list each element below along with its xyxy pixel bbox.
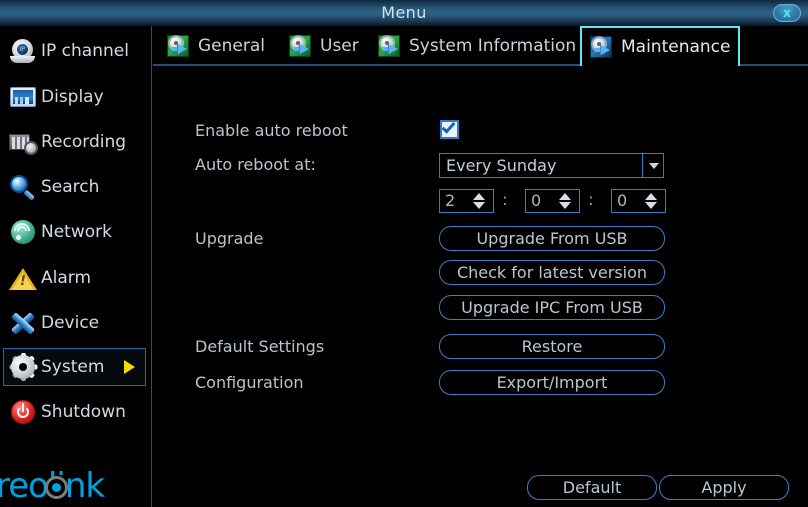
- chevron-right-icon: [124, 360, 135, 374]
- settings-arrow-icon: [378, 35, 400, 57]
- monitor-icon: [8, 82, 38, 112]
- reboot-minute-stepper[interactable]: 0: [525, 189, 580, 213]
- sidebar-item-recording[interactable]: Recording: [4, 123, 146, 161]
- label-enable-auto-reboot: Enable auto reboot: [195, 121, 348, 140]
- reboot-second-stepper[interactable]: 0: [611, 189, 666, 213]
- sidebar-item-ip-channel[interactable]: IP channel: [4, 32, 146, 70]
- sidebar-item-shutdown[interactable]: Shutdown: [4, 393, 146, 431]
- reboot-schedule-value: Every Sunday: [446, 154, 556, 179]
- tab-label: General: [198, 36, 265, 56]
- label-configuration: Configuration: [195, 373, 304, 392]
- wifi-icon: [8, 217, 38, 247]
- tab-bar: General User System Information Maintena…: [153, 26, 808, 65]
- sidebar-item-label: Shutdown: [41, 402, 126, 422]
- reboot-schedule-select[interactable]: Every Sunday: [439, 153, 664, 178]
- sidebar-item-system[interactable]: System: [3, 348, 146, 386]
- recording-icon: [8, 127, 38, 157]
- tab-maintenance[interactable]: Maintenance: [580, 26, 740, 66]
- sidebar-item-display[interactable]: Display: [4, 78, 146, 116]
- check-latest-version-button[interactable]: Check for latest version: [439, 260, 665, 285]
- reboot-hour-stepper[interactable]: 2: [439, 189, 494, 213]
- maintenance-panel: Enable auto reboot Auto reboot at: Every…: [153, 66, 808, 507]
- export-import-button[interactable]: Export/Import: [439, 370, 665, 395]
- sidebar-item-label: Display: [41, 87, 104, 107]
- tab-label: Maintenance: [621, 37, 730, 57]
- sidebar: IP channel Display Recording Search Netw: [0, 26, 152, 507]
- default-button[interactable]: Default: [527, 475, 657, 500]
- checkmark-icon: [442, 119, 456, 133]
- stepper-down-icon[interactable]: [473, 202, 485, 209]
- tab-label: System Information: [409, 36, 576, 56]
- stepper-down-icon[interactable]: [559, 202, 571, 209]
- sidebar-item-device[interactable]: Device: [4, 304, 146, 342]
- tab-user[interactable]: User: [281, 26, 367, 65]
- label-auto-reboot-at: Auto reboot at:: [195, 155, 316, 174]
- nvr-menu-window: Menu x IP channel Display Recording: [0, 0, 808, 507]
- reolink-logo: reolink: [0, 466, 152, 506]
- tab-label: User: [320, 36, 359, 56]
- settings-arrow-icon: [590, 36, 612, 58]
- time-separator-2: :: [586, 189, 596, 213]
- power-icon: [8, 397, 38, 427]
- tools-icon: [8, 308, 38, 338]
- sidebar-item-label: IP channel: [41, 41, 129, 61]
- settings-arrow-icon: [289, 35, 311, 57]
- apply-button[interactable]: Apply: [659, 475, 789, 500]
- stepper-up-icon[interactable]: [473, 193, 485, 200]
- close-icon: x: [774, 5, 800, 21]
- gear-icon: [8, 352, 38, 382]
- warning-icon: !: [8, 263, 38, 293]
- time-separator-1: :: [500, 189, 510, 213]
- sidebar-item-label: Recording: [41, 132, 126, 152]
- sidebar-item-alarm[interactable]: ! Alarm: [4, 259, 146, 297]
- reboot-second-value: 0: [617, 190, 627, 212]
- sidebar-item-label: System: [41, 357, 104, 377]
- reboot-hour-value: 2: [445, 190, 455, 212]
- stepper-up-icon[interactable]: [645, 193, 657, 200]
- window-titlebar: Menu x: [0, 0, 808, 26]
- label-default-settings: Default Settings: [195, 337, 324, 356]
- tab-general[interactable]: General: [159, 26, 273, 65]
- upgrade-ipc-from-usb-button[interactable]: Upgrade IPC From USB: [439, 295, 665, 320]
- sidebar-item-label: Alarm: [41, 268, 91, 288]
- close-button[interactable]: x: [773, 4, 801, 22]
- restore-button[interactable]: Restore: [439, 334, 665, 359]
- reboot-minute-value: 0: [531, 190, 541, 212]
- upgrade-from-usb-button[interactable]: Upgrade From USB: [439, 226, 665, 251]
- enable-auto-reboot-checkbox[interactable]: [440, 120, 459, 139]
- sidebar-item-label: Device: [41, 313, 99, 333]
- label-upgrade: Upgrade: [195, 229, 263, 248]
- sidebar-item-search[interactable]: Search: [4, 168, 146, 206]
- sidebar-item-label: Search: [41, 177, 99, 197]
- magnifier-icon: [8, 172, 38, 202]
- sidebar-item-network[interactable]: Network: [4, 213, 146, 251]
- tab-system-information[interactable]: System Information: [370, 26, 584, 65]
- brand-o-mark: [45, 476, 68, 499]
- ip-camera-icon: [8, 36, 38, 66]
- chevron-down-icon[interactable]: [642, 154, 663, 177]
- stepper-up-icon[interactable]: [559, 193, 571, 200]
- window-title: Menu: [0, 0, 808, 26]
- stepper-down-icon[interactable]: [645, 202, 657, 209]
- sidebar-item-label: Network: [41, 222, 112, 242]
- settings-arrow-icon: [167, 35, 189, 57]
